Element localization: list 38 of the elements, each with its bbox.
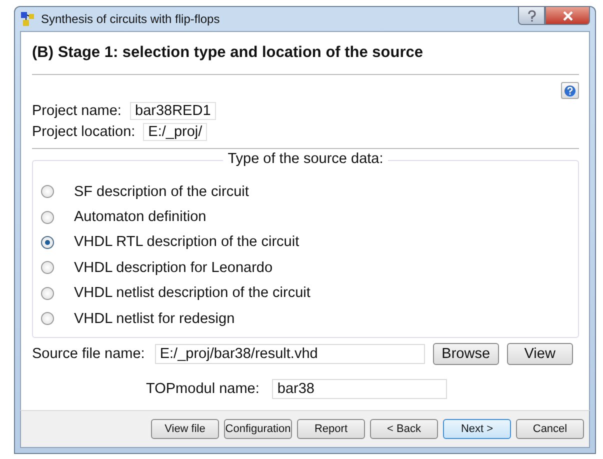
question-icon: [526, 10, 536, 22]
close-button[interactable]: [545, 6, 590, 25]
app-icon: [20, 11, 36, 27]
radio-option[interactable]: Automaton definition: [41, 204, 570, 230]
page-heading: (B) Stage 1: selection type and location of the source: [32, 44, 424, 62]
dialog-button[interactable]: View: [506, 343, 573, 366]
dialog-button[interactable]: View file: [151, 419, 219, 439]
radio-button[interactable]: [41, 210, 54, 224]
dialog-button[interactable]: Cancel: [516, 419, 584, 439]
radio-option[interactable]: VHDL netlist for redesign: [41, 306, 570, 332]
source-file-field[interactable]: E:/_proj/bar38/result.vhd: [154, 344, 425, 364]
radio-button[interactable]: [41, 286, 54, 300]
dialog-button[interactable]: Configuration: [224, 419, 292, 439]
help-button[interactable]: [561, 82, 579, 99]
radio-button[interactable]: [41, 185, 54, 198]
radio-button[interactable]: [41, 236, 54, 249]
radio-option[interactable]: VHDL netlist description of the circuit: [41, 280, 570, 306]
window-title: Synthesis of circuits with flip-flops: [41, 12, 221, 26]
dialog-button[interactable]: Browse: [432, 343, 499, 366]
dialog-button[interactable]: Next >: [443, 419, 511, 439]
question-icon: [564, 84, 576, 96]
dialog-button[interactable]: < Back: [370, 419, 438, 439]
radio-option[interactable]: VHDL description for Leonardo: [41, 255, 570, 281]
group-title: Type of the source data:: [222, 151, 388, 167]
field-label: Project location:: [32, 124, 136, 140]
project-location-field: E:/_proj/: [143, 123, 208, 141]
field-label: Source file name:: [32, 346, 145, 362]
top-module-field[interactable]: bar38: [272, 379, 448, 400]
help-button[interactable]: [518, 6, 545, 25]
project-name-field: bar38RED1: [130, 102, 216, 120]
radio-option[interactable]: VHDL RTL description of the circuit: [41, 230, 570, 256]
radio-button[interactable]: [41, 261, 54, 274]
dialog-button[interactable]: Report: [297, 419, 365, 439]
close-icon: [562, 10, 574, 20]
field-label: TOPmodul name:: [146, 381, 260, 398]
radio-button[interactable]: [41, 312, 54, 326]
radio-option[interactable]: SF description of the circuit: [41, 179, 570, 204]
field-label: Project name:: [32, 103, 122, 119]
